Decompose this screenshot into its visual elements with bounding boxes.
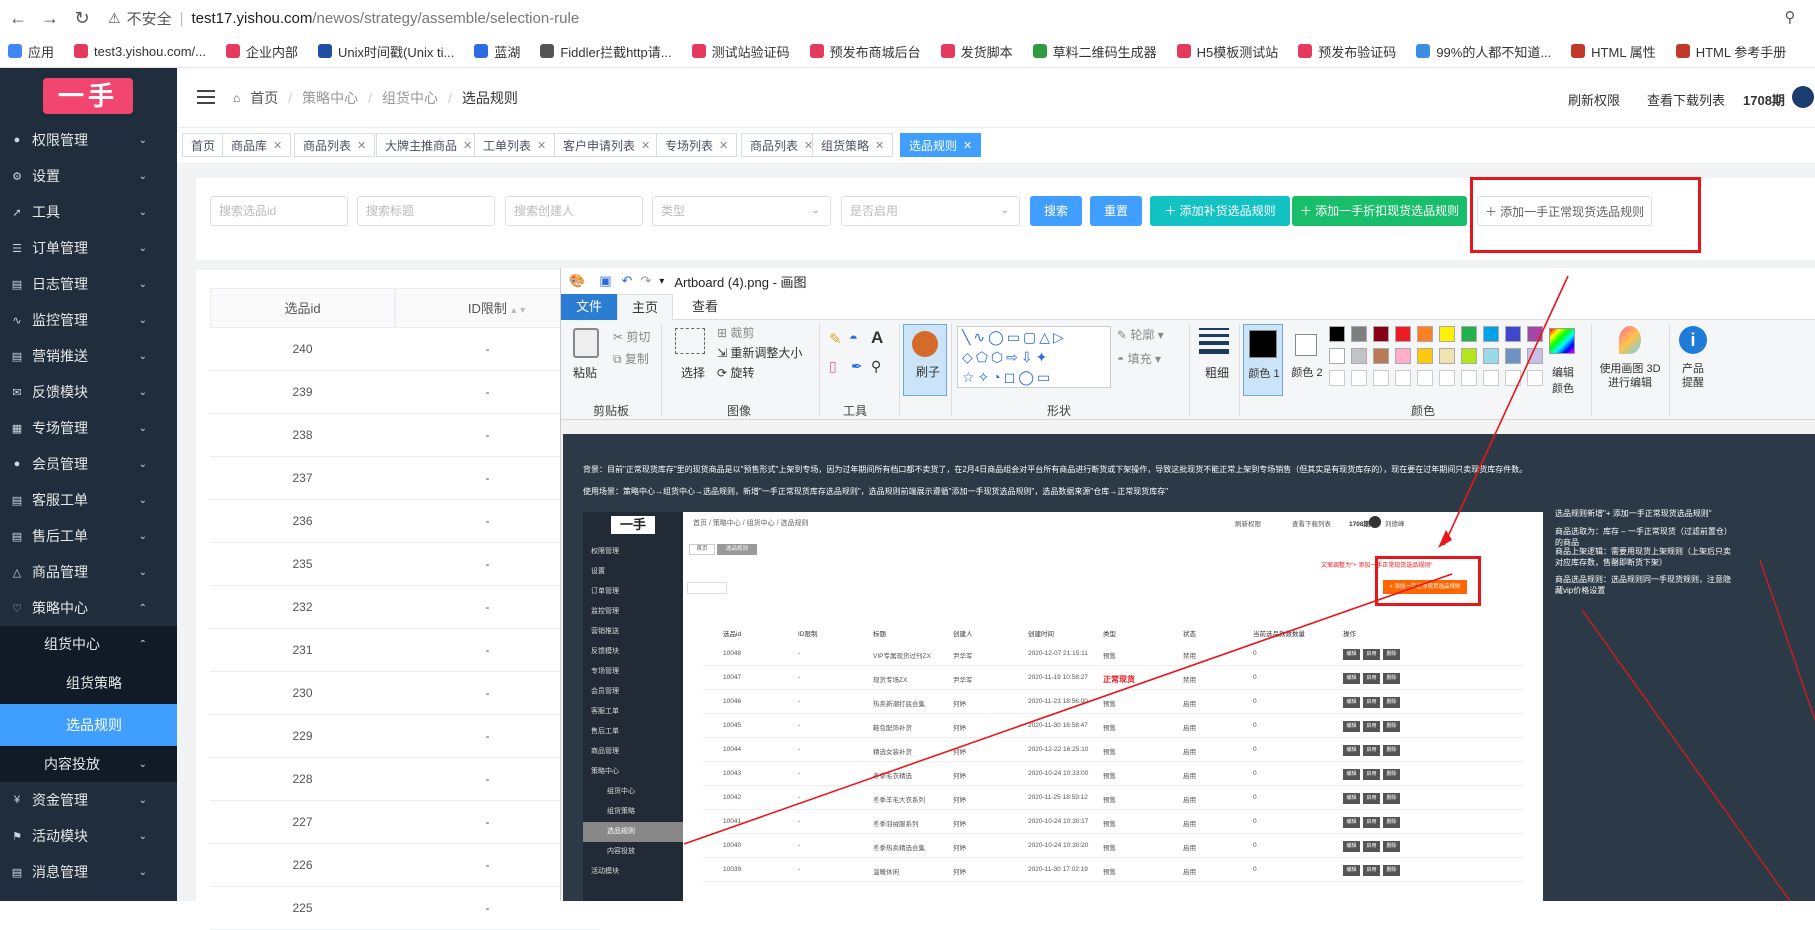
arrow-line-to-button: [1443, 275, 1569, 546]
arrow-line-to-sidebar: [683, 573, 1453, 845]
arrow-line-notes-2: [1759, 559, 1815, 721]
annotation-arrows: [683, 275, 1815, 901]
arrow-line-notes: [1581, 609, 1791, 901]
